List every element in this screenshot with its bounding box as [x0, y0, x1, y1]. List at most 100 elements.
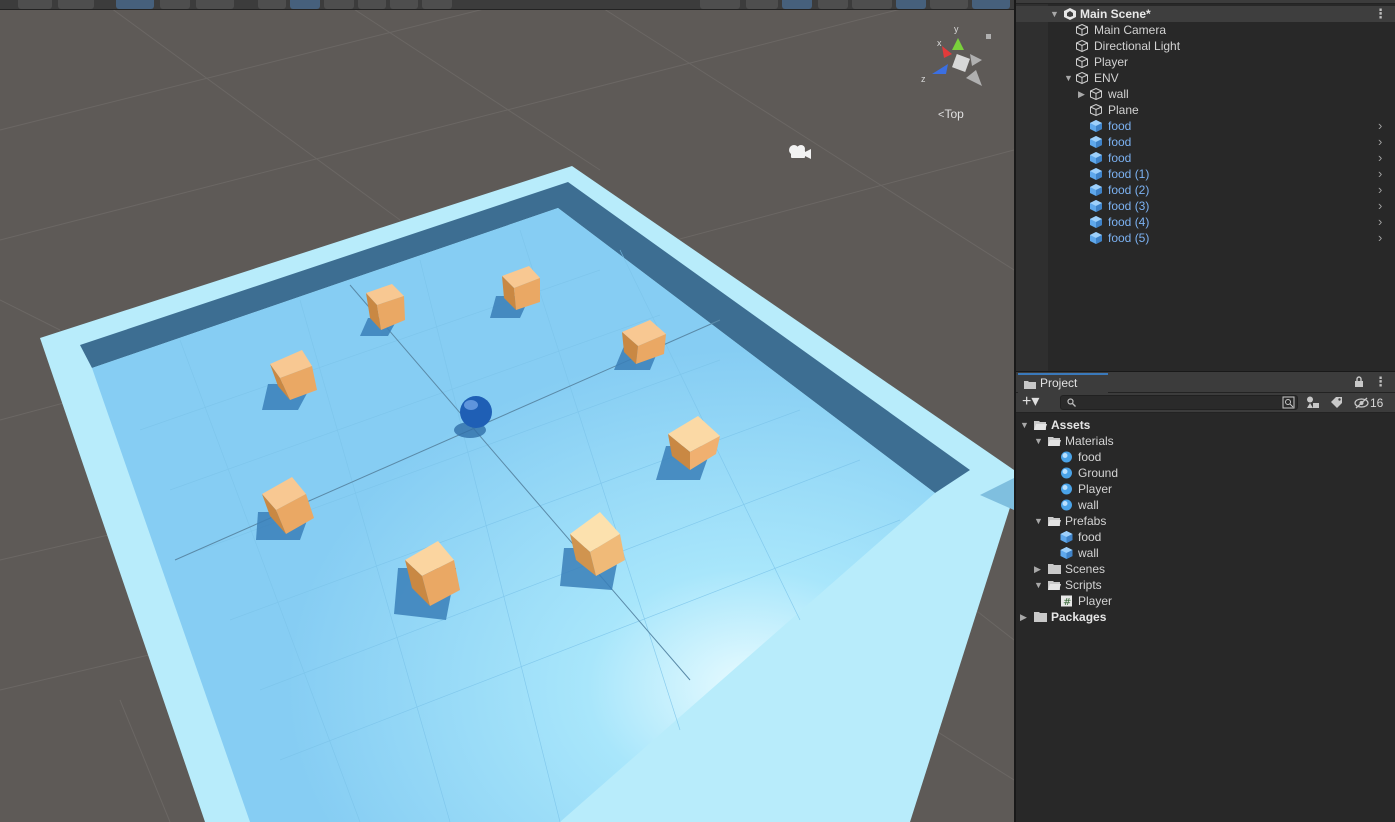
project-asset-ground-material[interactable]: Ground [1016, 465, 1395, 481]
hidden-packages-toggle[interactable]: 16 [1354, 395, 1392, 411]
gizmo-x-cone[interactable] [942, 46, 952, 58]
gameobject-cube-icon [1076, 72, 1088, 84]
camera-gizmo-icon[interactable] [785, 140, 813, 162]
hierarchy-item-plane[interactable]: Plane [1016, 102, 1395, 118]
grid-snap-button[interactable] [116, 0, 154, 9]
open-prefab-chevron-icon[interactable]: › [1378, 182, 1382, 198]
project-toolbar: +▾ 16 [1016, 393, 1395, 413]
expand-arrow-icon[interactable]: ▼ [1050, 6, 1060, 22]
scale-tool-button[interactable] [358, 0, 386, 9]
transform-tool-button[interactable] [422, 0, 452, 9]
expand-arrow-icon[interactable]: ▼ [1034, 577, 1044, 593]
view-orientation-label[interactable]: <Top [938, 107, 964, 121]
gizmo-z-label: z [921, 74, 926, 84]
project-asset-food-prefab[interactable]: food [1016, 529, 1395, 545]
project-folder-scripts[interactable]: ▼ Scripts [1016, 577, 1395, 593]
hierarchy-item-env[interactable]: ▼ ENV [1016, 70, 1395, 86]
gizmo-z-cone[interactable] [932, 64, 948, 74]
open-prefab-chevron-icon[interactable]: › [1378, 118, 1382, 134]
scene-view[interactable]: y x z <Top [0, 0, 1014, 822]
effects-button[interactable] [852, 0, 892, 9]
hierarchy-item-directional-light[interactable]: Directional Light [1016, 38, 1395, 54]
hierarchy-item-food-5[interactable]: food (5) › [1016, 230, 1395, 246]
gizmo-y-cone[interactable] [952, 38, 964, 50]
hierarchy-item-food-2[interactable]: food (2) › [1016, 182, 1395, 198]
hand-tool-button[interactable] [258, 0, 286, 9]
camera-settings-button[interactable] [930, 0, 968, 9]
project-asset-wall-prefab[interactable]: wall [1016, 545, 1395, 561]
tab-project[interactable]: Project [1018, 373, 1108, 393]
material-sphere-icon [1061, 451, 1072, 463]
gizmo-center-cube[interactable] [952, 54, 970, 72]
lock-icon[interactable] [1354, 376, 1364, 387]
hierarchy-item-food[interactable]: food › [1016, 150, 1395, 166]
hierarchy-item-food-1[interactable]: food (1) › [1016, 166, 1395, 182]
move-tool-button[interactable] [290, 0, 320, 9]
lighting-toggle-button[interactable] [782, 0, 812, 9]
gizmos-button[interactable] [972, 0, 1010, 9]
filter-by-label-icon[interactable] [1330, 396, 1343, 409]
expand-arrow-icon[interactable]: ▼ [1034, 513, 1044, 529]
search-by-type-icon[interactable] [1282, 396, 1295, 409]
hidden-objects-button[interactable] [896, 0, 926, 9]
project-asset-wall-material[interactable]: wall [1016, 497, 1395, 513]
scene-viewport[interactable] [0, 0, 1014, 822]
folder-open-icon [1048, 437, 1061, 446]
audio-toggle-button[interactable] [818, 0, 848, 9]
hierarchy-item-wall[interactable]: ▶ wall [1016, 86, 1395, 102]
gameobject-cube-icon [1076, 40, 1088, 52]
rect-tool-button[interactable] [390, 0, 418, 9]
open-prefab-chevron-icon[interactable]: › [1378, 230, 1382, 246]
tree-item-label: Assets [1051, 418, 1091, 432]
expand-arrow-icon[interactable]: ▼ [1020, 417, 1030, 433]
filter-by-type-icon[interactable] [1306, 396, 1320, 409]
project-folder-assets[interactable]: ▼ Assets [1016, 417, 1395, 433]
project-search[interactable] [1060, 395, 1298, 410]
open-prefab-chevron-icon[interactable]: › [1378, 150, 1382, 166]
draw-mode-button[interactable] [18, 0, 52, 9]
hierarchy-item-food[interactable]: food › [1016, 118, 1395, 134]
project-asset-food-material[interactable]: food [1016, 449, 1395, 465]
open-prefab-chevron-icon[interactable]: › [1378, 134, 1382, 150]
hierarchy-scene-row[interactable]: ▼ Main Scene* ⋮ [1016, 6, 1395, 22]
project-asset-player-material[interactable]: Player [1016, 481, 1395, 497]
increment-snap-button[interactable] [160, 0, 190, 9]
gizmo-lock[interactable] [986, 34, 991, 39]
expand-arrow-icon[interactable]: ▼ [1034, 433, 1044, 449]
gizmo-neg-z-cone[interactable] [970, 54, 982, 66]
expand-arrow-icon[interactable]: ▼ [1064, 70, 1074, 86]
collapse-arrow-icon[interactable]: ▶ [1078, 86, 1088, 102]
hierarchy-item-main-camera[interactable]: Main Camera [1016, 22, 1395, 38]
shading-mode-button[interactable] [700, 0, 740, 9]
open-prefab-chevron-icon[interactable]: › [1378, 198, 1382, 214]
collapse-arrow-icon[interactable]: ▶ [1034, 561, 1044, 577]
project-folder-prefabs[interactable]: ▼ Prefabs [1016, 513, 1395, 529]
gizmo-mode-button[interactable] [58, 0, 94, 9]
project-asset-player-script[interactable]: # Player [1016, 593, 1395, 609]
folder-icon [1024, 381, 1036, 389]
create-asset-button[interactable]: +▾ [1022, 394, 1050, 411]
2d-toggle-button[interactable] [746, 0, 778, 9]
hierarchy-item-player[interactable]: Player [1016, 54, 1395, 70]
scene-menu-icon[interactable]: ⋮ [1374, 6, 1387, 22]
ruler-button[interactable] [196, 0, 234, 9]
hierarchy-item-food-4[interactable]: food (4) › [1016, 214, 1395, 230]
project-folder-packages[interactable]: ▶ Packages [1016, 609, 1395, 625]
orientation-gizmo[interactable]: y x z [918, 24, 994, 104]
hierarchy-item-food[interactable]: food › [1016, 134, 1395, 150]
hierarchy-item-label: ENV [1094, 71, 1119, 85]
folder-open-icon [1034, 421, 1047, 430]
tree-item-label: wall [1078, 546, 1099, 560]
panel-menu-icon[interactable]: ⋮ [1374, 374, 1387, 390]
hierarchy-item-label: food [1108, 135, 1132, 149]
folder-open-icon [1048, 517, 1061, 526]
hierarchy-item-food-3[interactable]: food (3) › [1016, 198, 1395, 214]
open-prefab-chevron-icon[interactable]: › [1378, 166, 1382, 182]
open-prefab-chevron-icon[interactable]: › [1378, 214, 1382, 230]
search-input[interactable] [1081, 396, 1271, 409]
project-folder-materials[interactable]: ▼ Materials [1016, 433, 1395, 449]
collapse-arrow-icon[interactable]: ▶ [1020, 609, 1030, 625]
project-folder-scenes[interactable]: ▶ Scenes [1016, 561, 1395, 577]
gizmo-neg-x-cone[interactable] [966, 70, 982, 86]
rotate-tool-button[interactable] [324, 0, 354, 9]
